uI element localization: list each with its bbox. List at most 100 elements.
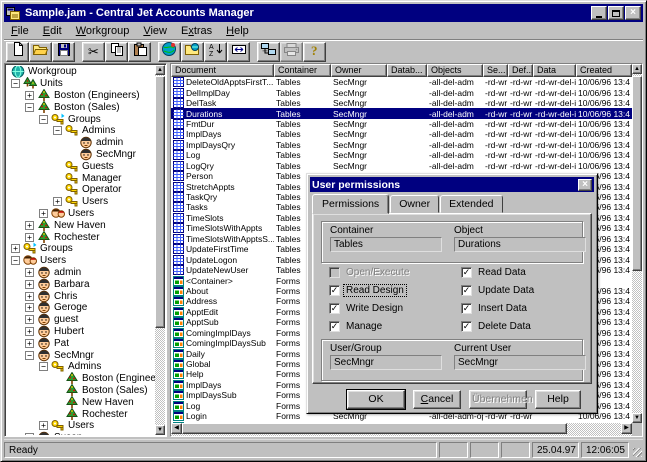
collapse-icon[interactable]: −	[25, 103, 34, 112]
scroll-down-button[interactable]: ▼	[155, 425, 165, 435]
expand-icon[interactable]: +	[25, 233, 34, 242]
column-header-se[interactable]: Se...	[483, 64, 508, 77]
resize-grip[interactable]	[631, 442, 643, 458]
tree-item-users[interactable]: +Users	[7, 420, 155, 432]
tree-item-rochester[interactable]: Rochester	[7, 408, 155, 420]
scroll-track[interactable]	[155, 75, 165, 425]
tree-item-secmngr[interactable]: −SecMngr	[7, 349, 155, 361]
tree-item-new-haven[interactable]: New Haven	[7, 396, 155, 408]
column-header-data[interactable]: Data	[533, 64, 576, 77]
scroll-thumb[interactable]	[182, 423, 567, 434]
collapse-icon[interactable]: −	[39, 115, 48, 124]
menu-item-file[interactable]: File	[4, 24, 36, 38]
ok-button[interactable]: OK	[347, 390, 405, 409]
checkbox-read-design[interactable]: ✓	[329, 285, 340, 296]
expand-icon[interactable]: +	[25, 315, 34, 324]
tree-vertical-scrollbar[interactable]: ▲ ▼	[155, 65, 165, 435]
expand-icon[interactable]: +	[25, 280, 34, 289]
checkbox-label[interactable]: Open/Execute	[344, 267, 411, 278]
expand-icon[interactable]: +	[25, 268, 34, 277]
tree-item-groups[interactable]: +Groups	[7, 243, 155, 255]
column-header-owner[interactable]: Owner	[331, 64, 387, 77]
table-row-impldaysqry[interactable]: ImplDaysQryTablesSecMngr-all-del-adm-rd-…	[171, 140, 632, 150]
tree-item-chris[interactable]: +Chris	[7, 290, 155, 302]
print-button[interactable]	[280, 42, 303, 62]
column-header-container[interactable]: Container	[274, 64, 331, 77]
tree-item-pat[interactable]: +Pat	[7, 337, 155, 349]
table-row-impldays[interactable]: ImplDaysTablesSecMngr-all-del-adm-rd-wr-…	[171, 129, 632, 139]
collapse-icon[interactable]: −	[53, 126, 62, 135]
checkbox-write-design[interactable]: ✓	[329, 303, 340, 314]
tree-item-boston-sales[interactable]: Boston (Sales)	[7, 385, 155, 397]
checkbox-label[interactable]: Delete Data	[476, 321, 533, 332]
tree-item-units[interactable]: −Units	[7, 78, 155, 90]
table-row-logqry[interactable]: LogQryTablesSecMngr-all-del-adm-rd-wr-rd…	[171, 161, 632, 171]
column-header-document[interactable]: Document	[171, 64, 274, 77]
checkbox-label[interactable]: Insert Data	[476, 303, 529, 314]
sort-az-button[interactable]: AZ	[204, 42, 227, 62]
scroll-down-button[interactable]: ▼	[632, 413, 642, 423]
scroll-thumb[interactable]	[155, 76, 165, 328]
checkbox-label[interactable]: Update Data	[476, 285, 536, 296]
workgroup-button[interactable]	[158, 42, 181, 62]
table-row-fmtdur[interactable]: FmtDurTablesSecMngr-all-del-adm-rd-wr-rd…	[171, 119, 632, 129]
tree-item-admins[interactable]: −Admins	[7, 125, 155, 137]
close-button[interactable]: ×	[625, 6, 641, 20]
tree-item-barbara[interactable]: +Barbara	[7, 278, 155, 290]
menu-item-workgroup[interactable]: Workgroup	[69, 24, 137, 38]
open-workgroup-button[interactable]	[181, 42, 204, 62]
expand-icon[interactable]: +	[39, 209, 48, 218]
cut-button[interactable]: ✂	[82, 42, 105, 62]
expand-icon[interactable]: +	[25, 327, 34, 336]
tree-item-groups[interactable]: −Groups	[7, 113, 155, 125]
table-row-deltask[interactable]: DelTaskTablesSecMngr-all-del-adm-rd-wr-r…	[171, 98, 632, 108]
collapse-icon[interactable]: −	[39, 362, 48, 371]
menu-item-extras[interactable]: Extras	[174, 24, 219, 38]
collapse-icon[interactable]: −	[25, 351, 34, 360]
replicate-button[interactable]	[257, 42, 280, 62]
checkbox-insert-data[interactable]: ✓	[461, 303, 472, 314]
expand-icon[interactable]: +	[53, 197, 62, 206]
tree-item-boston-sales[interactable]: −Boston (Sales)	[7, 101, 155, 113]
tree-item-geroge[interactable]: +Geroge	[7, 302, 155, 314]
scroll-up-button[interactable]: ▲	[632, 64, 642, 74]
tab-permissions[interactable]: Permissions	[312, 194, 389, 214]
menu-item-view[interactable]: View	[136, 24, 174, 38]
copy-button[interactable]	[105, 42, 128, 62]
minimize-button[interactable]	[591, 6, 607, 20]
expand-icon[interactable]: +	[25, 303, 34, 312]
tree-item-admin[interactable]: admin	[7, 137, 155, 149]
column-header-datab[interactable]: Datab...	[387, 64, 427, 77]
table-vertical-scrollbar[interactable]: ▲ ▼	[632, 64, 642, 423]
help-button[interactable]: Help	[535, 390, 581, 409]
bernehmen-button[interactable]: Übernehmen	[469, 390, 527, 409]
expand-icon[interactable]: +	[25, 339, 34, 348]
tab-extended[interactable]: Extended	[440, 195, 502, 213]
expand-icon[interactable]: +	[25, 221, 34, 230]
menu-item-help[interactable]: Help	[219, 24, 256, 38]
scroll-up-button[interactable]: ▲	[155, 65, 165, 75]
checkbox-open-execute[interactable]	[329, 267, 340, 278]
tree-item-users[interactable]: +Users	[7, 208, 155, 220]
tree-item-manager[interactable]: Manager	[7, 172, 155, 184]
table-row-log[interactable]: LogTablesSecMngr-all-del-adm-rd-wr-rd-wr…	[171, 150, 632, 160]
expand-icon[interactable]: +	[25, 91, 34, 100]
tree-item-hubert[interactable]: +Hubert	[7, 326, 155, 338]
help-button[interactable]: ?	[303, 42, 326, 62]
tree-item-boston-engineers[interactable]: +Boston (Engineers)	[7, 90, 155, 102]
tree-item-boston-engineers[interactable]: Boston (Engineers)	[7, 373, 155, 385]
tree-item-new-haven[interactable]: +New Haven	[7, 219, 155, 231]
table-row-durations[interactable]: DurationsTablesSecMngr-all-del-adm-rd-wr…	[171, 108, 632, 118]
tree-item-operator[interactable]: Operator	[7, 184, 155, 196]
open-button[interactable]	[29, 42, 52, 62]
scroll-track[interactable]	[632, 74, 642, 413]
column-header-def[interactable]: Def...	[508, 64, 533, 77]
cancel-button[interactable]: Cancel	[413, 390, 461, 409]
maximize-button[interactable]	[608, 6, 624, 20]
table-horizontal-scrollbar[interactable]: ◀ ▶	[171, 423, 642, 436]
scroll-left-button[interactable]: ◀	[171, 423, 182, 434]
collapse-icon[interactable]: −	[11, 79, 20, 88]
table-row-delimplday[interactable]: DelImplDayTablesSecMngr-all-del-adm-rd-w…	[171, 87, 632, 97]
checkbox-delete-data[interactable]: ✓	[461, 321, 472, 332]
collapse-icon[interactable]: −	[11, 256, 20, 265]
